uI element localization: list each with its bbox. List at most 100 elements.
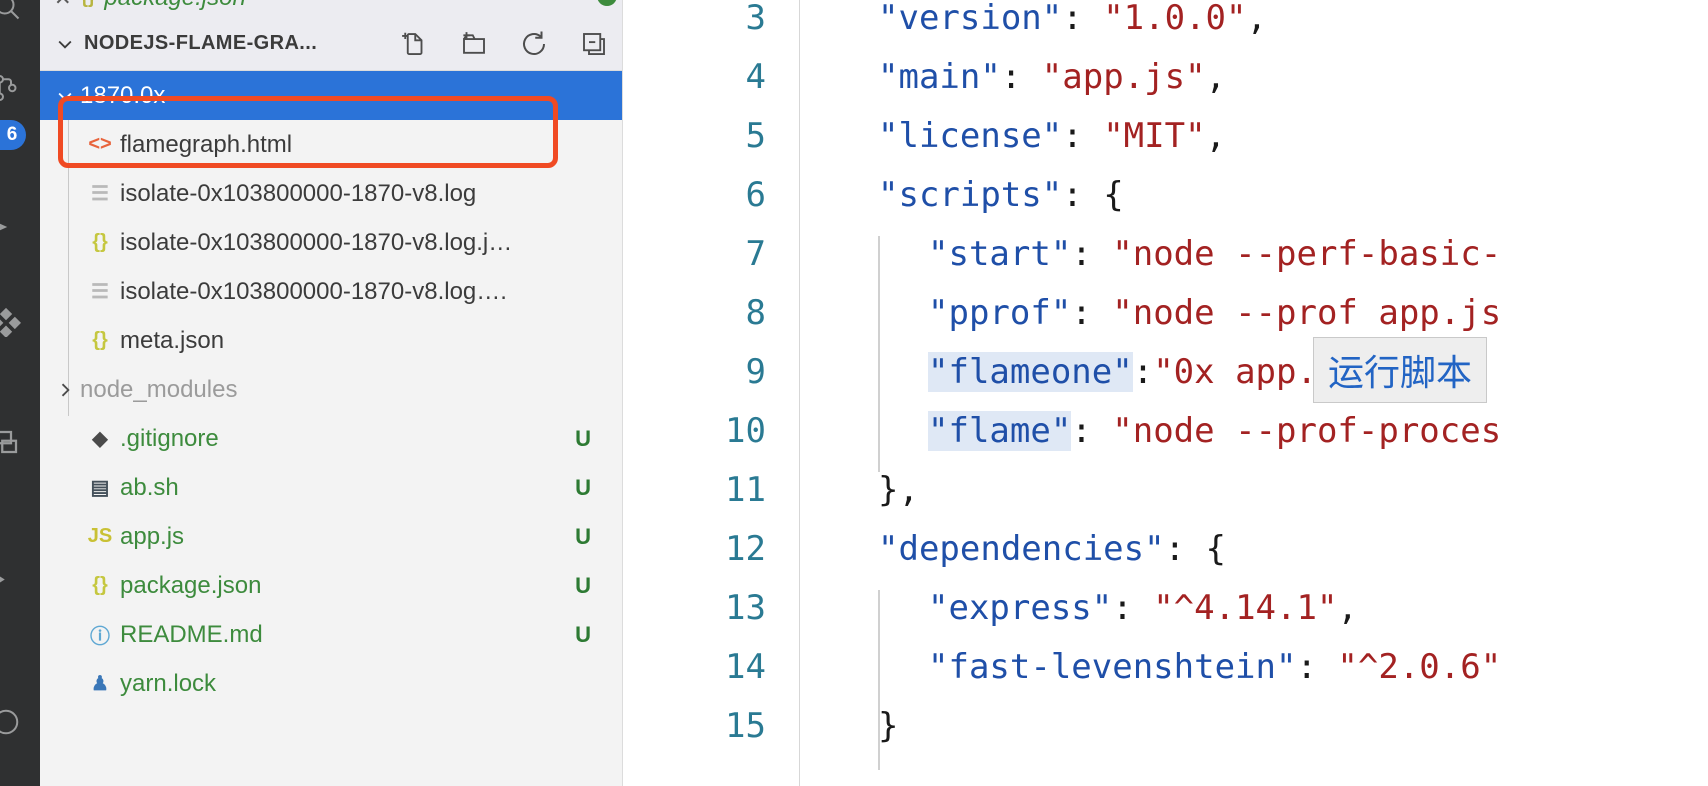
collapse-all-icon[interactable]	[577, 27, 611, 61]
code-indent-guide	[878, 590, 880, 770]
explorer-sidebar: ✕ {} package.json NODEJS-FLAME-GRA...	[40, 0, 623, 786]
tree-item-label: flamegraph.html	[120, 130, 293, 158]
tree-item-label: node_modules	[80, 375, 238, 403]
code-line[interactable]: "express": "^4.14.1",	[828, 578, 1358, 637]
info-icon: ⓘ	[90, 626, 110, 648]
code-line[interactable]: "license": "MIT",	[828, 106, 1226, 165]
tree-item-flamegraph-html[interactable]: <> flamegraph.html	[40, 120, 622, 169]
line-number: 4	[745, 56, 766, 97]
account-icon[interactable]	[0, 700, 28, 744]
code-token: "pprof"	[928, 292, 1072, 333]
code-line[interactable]: "start": "node --perf-basic-	[828, 224, 1501, 283]
line-number: 15	[725, 705, 766, 746]
file-tree: 1870.0x <> flamegraph.html ☰ isolate-0x10380…	[40, 71, 622, 786]
code-token: "^4.14.1"	[1153, 587, 1338, 628]
debug-icon[interactable]	[0, 205, 28, 249]
line-number-gutter: 3 4 5 6 7 8 9 10 11 12 13 14 15	[623, 0, 788, 786]
tree-item-label: isolate-0x103800000-1870-v8.log….	[120, 277, 507, 305]
new-file-icon[interactable]	[397, 27, 431, 61]
tree-item--gitignore[interactable]: ◆ .gitignore U	[40, 414, 622, 463]
code-line[interactable]: "pprof": "node --prof app.js	[828, 283, 1501, 342]
tree-item-node-modules[interactable]: node_modules	[40, 365, 622, 414]
json-icon: {}	[92, 574, 108, 596]
code-token: :	[1296, 646, 1338, 687]
tree-item-isolate-0x103800000-1870-v8-log-[interactable]: ☰ isolate-0x103800000-1870-v8.log….	[40, 267, 622, 316]
code-token: :	[1071, 233, 1113, 274]
code-token: "express"	[928, 587, 1113, 628]
code-indent-guide	[878, 236, 880, 472]
explorer-section-header[interactable]: NODEJS-FLAME-GRA...	[40, 17, 622, 71]
json-icon: {}	[92, 329, 108, 351]
tree-item-package-json[interactable]: {} package.json U	[40, 561, 622, 610]
tree-item-1870-0x[interactable]: 1870.0x	[40, 71, 622, 120]
code-content[interactable]: "version": "1.0.0", "main": "app.js", "lic…	[828, 0, 1708, 786]
explorer-title: NODEJS-FLAME-GRA...	[84, 32, 318, 54]
code-token: :	[1132, 351, 1154, 392]
code-line[interactable]: "scripts": {	[828, 165, 1124, 224]
git-status-badge: U	[575, 523, 591, 549]
tree-item-isolate-0x103800000-1870-v8-log[interactable]: ☰ isolate-0x103800000-1870-v8.log	[40, 169, 622, 218]
search-icon[interactable]	[0, 0, 28, 28]
code-token: "main"	[878, 56, 1001, 97]
run-script-tooltip: 运行脚本	[1313, 337, 1488, 403]
code-line[interactable]: "dependencies": {	[828, 519, 1226, 578]
code-line[interactable]: "version": "1.0.0",	[828, 0, 1267, 47]
tree-item-label: app.js	[120, 522, 185, 550]
json-icon: {}	[81, 0, 96, 9]
code-token: "app.js"	[1041, 56, 1206, 97]
refresh-icon[interactable]	[517, 27, 551, 61]
code-token: "license"	[878, 115, 1063, 156]
code-token: "flameone"	[928, 351, 1133, 392]
code-token: "1.0.0"	[1103, 0, 1247, 38]
code-token: ,	[1246, 0, 1267, 38]
code-token: "dependencies"	[878, 528, 1165, 569]
run-icon[interactable]	[0, 560, 28, 604]
code-line[interactable]: },	[828, 460, 919, 519]
line-number: 7	[745, 233, 766, 274]
folding-rail	[799, 0, 800, 786]
code-token: "flame"	[928, 410, 1072, 451]
tree-item-label: README.md	[120, 620, 263, 648]
tree-item-isolate-0x103800000-1870-v8-log-j-[interactable]: {} isolate-0x103800000-1870-v8.log.j…	[40, 218, 622, 267]
tree-item-readme-md[interactable]: ⓘ README.md U	[40, 610, 622, 659]
git-status-badge: U	[575, 474, 591, 500]
log-icon: ☰	[91, 281, 109, 303]
code-editor[interactable]: 3 4 5 6 7 8 9 10 11 12 13 14 15 "version": "1.0.0", "…	[623, 0, 1708, 786]
code-token: "^2.0.6"	[1337, 646, 1502, 687]
source-control-icon[interactable]	[0, 66, 28, 110]
code-line[interactable]: "main": "app.js",	[828, 47, 1226, 106]
code-line[interactable]: "flame": "node --prof-proces	[828, 401, 1501, 460]
tree-item-label: yarn.lock	[120, 669, 217, 697]
code-token: },	[878, 469, 919, 510]
code-token: "node --prof-proces	[1112, 410, 1502, 451]
code-token: "version"	[878, 0, 1063, 38]
close-icon[interactable]: ✕	[54, 0, 72, 9]
tree-item-ab-sh[interactable]: ▤ ab.sh U	[40, 463, 622, 512]
shell-icon: ▤	[90, 477, 110, 499]
tree-item-meta-json[interactable]: {} meta.json	[40, 316, 622, 365]
tree-item-yarn-lock[interactable]: ♟ yarn.lock	[40, 659, 622, 708]
code-token: {	[1103, 174, 1124, 215]
remote-explorer-icon[interactable]	[0, 420, 28, 464]
code-token: "node --perf-basic-	[1112, 233, 1502, 274]
code-token: "MIT"	[1103, 115, 1206, 156]
code-token: {	[1205, 528, 1227, 569]
code-line[interactable]: }	[828, 696, 898, 755]
code-token: :	[1062, 174, 1104, 215]
editor-tab-package-json[interactable]: ✕ {} package.json	[40, 0, 260, 17]
tree-item-label: meta.json	[120, 326, 225, 354]
chevron-down-icon	[50, 86, 80, 106]
source-control-badge: 6	[0, 120, 26, 150]
chevron-down-icon[interactable]	[52, 31, 78, 57]
code-line[interactable]: "fast-levenshtein": "^2.0.6"	[828, 637, 1501, 696]
new-folder-icon[interactable]	[457, 27, 491, 61]
code-token: ,	[1205, 115, 1227, 156]
log-icon: ☰	[91, 183, 109, 205]
yarn-icon: ♟	[91, 673, 109, 695]
git-status-badge: U	[575, 425, 591, 451]
tree-item-label: package.json	[120, 571, 262, 599]
tree-item-app-js[interactable]: JS app.js U	[40, 512, 622, 561]
chevron-right-icon	[50, 380, 80, 400]
extensions-icon[interactable]	[0, 300, 28, 344]
code-token: :	[1071, 410, 1113, 451]
